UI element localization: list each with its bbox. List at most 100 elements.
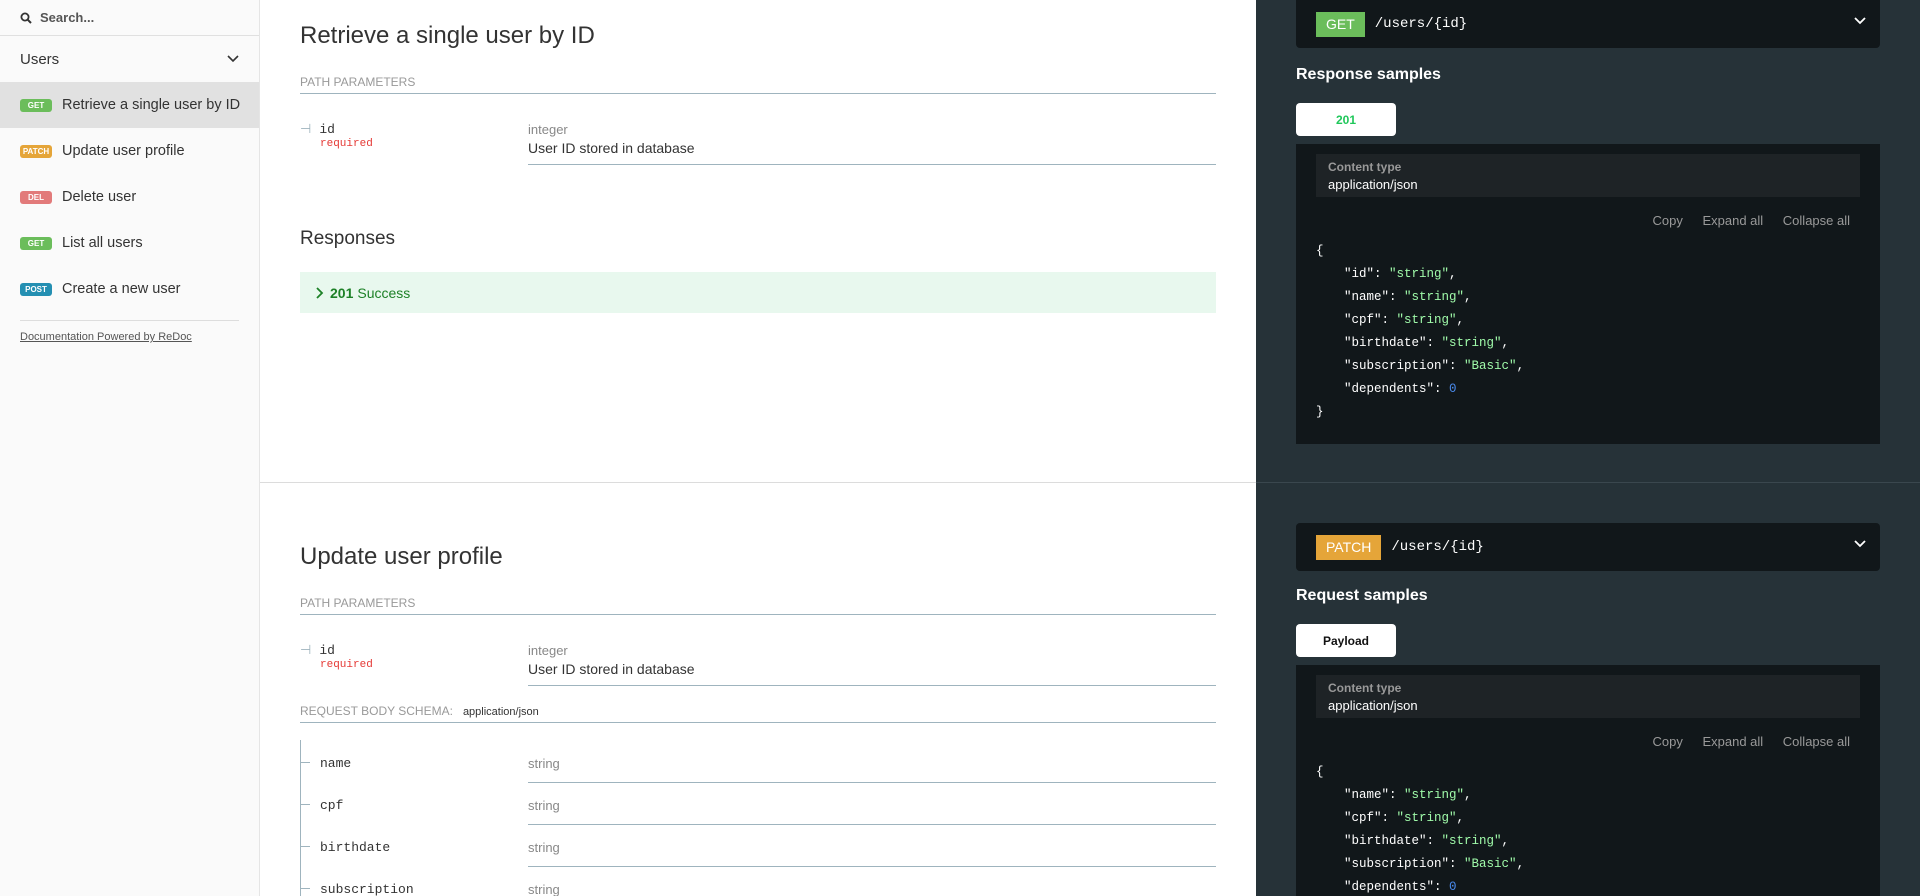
- search-input[interactable]: [40, 10, 240, 25]
- json-line: "birthdate": "string",: [1344, 834, 1510, 848]
- method-badge: GET: [20, 98, 52, 112]
- path-parameters-heading: PATH PARAMETERS: [300, 596, 1216, 615]
- field-name: name: [320, 756, 352, 771]
- chevron-down-icon: [1854, 540, 1866, 548]
- json-sample: { "name": "string", "cpf": "string", "bi…: [1316, 761, 1524, 896]
- field-type: string: [528, 756, 560, 771]
- search-bar: [0, 0, 259, 36]
- endpoint-toggle[interactable]: PATCH /users/{id}: [1296, 523, 1880, 571]
- param-description: User ID stored in database: [528, 140, 695, 156]
- sample-box: Content type application/json Copy Expan…: [1296, 144, 1880, 444]
- sample-box: Content type application/json Copy Expan…: [1296, 665, 1880, 896]
- responses-heading: Responses: [300, 228, 396, 249]
- copy-button[interactable]: Copy: [1652, 734, 1682, 749]
- content-type-label: Content type: [1328, 681, 1402, 695]
- param-required: required: [320, 659, 373, 671]
- collapse-all-button[interactable]: Collapse all: [1783, 734, 1850, 749]
- endpoint-toggle[interactable]: GET /users/{id}: [1296, 0, 1880, 48]
- tab-payload[interactable]: Payload: [1296, 624, 1396, 657]
- method-badge: DEL: [20, 190, 52, 204]
- sidebar-group-users[interactable]: Users: [0, 36, 259, 82]
- main-content: Retrieve a single user by ID PATH PARAME…: [260, 0, 1256, 896]
- sidebar-item-label: Retrieve a single user by ID: [62, 97, 241, 113]
- endpoint-path: /users/{id}: [1391, 539, 1484, 555]
- json-line: "name": "string",: [1344, 788, 1472, 802]
- field-type: string: [528, 840, 560, 855]
- endpoint-path: /users/{id}: [1374, 16, 1468, 32]
- json-line: "cpf": "string",: [1344, 313, 1465, 327]
- copy-button[interactable]: Copy: [1652, 213, 1682, 228]
- section-divider: [1256, 482, 1920, 483]
- json-brace: }: [1316, 405, 1324, 419]
- divider: [528, 164, 1216, 165]
- request-body-schema-heading: REQUEST BODY SCHEMA: application/json: [300, 704, 1216, 723]
- json-brace: {: [1316, 244, 1324, 258]
- powered-by-link[interactable]: Documentation Powered by ReDoc: [0, 321, 259, 353]
- json-brace: {: [1316, 765, 1324, 779]
- field-type: string: [528, 882, 560, 896]
- param-required: required: [320, 138, 373, 150]
- method-badge: PATCH: [20, 144, 52, 158]
- field-name: birthdate: [320, 840, 391, 855]
- json-line: "birthdate": "string",: [1344, 336, 1510, 350]
- code-actions: Copy Expand all Collapse all: [1636, 734, 1850, 749]
- sidebar-group-label: Users: [20, 50, 60, 68]
- sidebar-item-label: Delete user: [62, 189, 137, 205]
- samples-heading: Request samples: [1296, 587, 1428, 604]
- method-label: PATCH: [1316, 534, 1382, 560]
- search-icon: [20, 12, 32, 24]
- body-content-type: application/json: [462, 706, 539, 718]
- operation-title: Update user profile: [300, 543, 503, 570]
- response-text: Success: [357, 284, 411, 301]
- body-field-row: subscription string: [300, 866, 1216, 896]
- json-line: "dependents": 0: [1344, 880, 1457, 894]
- sidebar-item-label: Update user profile: [62, 143, 185, 159]
- json-line: "name": "string",: [1344, 290, 1472, 304]
- json-line: "subscription": "Basic",: [1344, 857, 1525, 871]
- param-type: integer: [528, 643, 568, 658]
- json-line: "cpf": "string",: [1344, 811, 1465, 825]
- param-name: ⊣ id: [300, 643, 335, 658]
- field-type: string: [528, 798, 560, 813]
- json-sample: { "id": "string", "name": "string", "cpf…: [1316, 240, 1524, 424]
- chevron-down-icon: [227, 55, 239, 63]
- code-actions: Copy Expand all Collapse all: [1636, 213, 1850, 228]
- body-field-row: cpf string: [300, 782, 1216, 836]
- json-line: "subscription": "Basic",: [1344, 359, 1525, 373]
- sidebar-item-label: List all users: [62, 235, 143, 251]
- field-name: subscription: [320, 882, 414, 896]
- collapse-all-button[interactable]: Collapse all: [1783, 213, 1850, 228]
- param-name: ⊣ id: [300, 122, 335, 137]
- sidebar-item-list-users[interactable]: GET List all users: [0, 220, 259, 266]
- chevron-down-icon: [1854, 17, 1866, 25]
- content-type-value: application/json: [1328, 698, 1418, 713]
- samples-heading: Response samples: [1296, 66, 1441, 83]
- content-type-selector[interactable]: Content type application/json: [1316, 675, 1860, 718]
- sidebar-item-delete-user[interactable]: DEL Delete user: [0, 174, 259, 220]
- response-code: 201: [330, 284, 354, 301]
- operation-title: Retrieve a single user by ID: [300, 22, 595, 49]
- sidebar-item-update-user[interactable]: PATCH Update user profile: [0, 128, 259, 174]
- samples-panel: GET /users/{id} Response samples 201 Con…: [1256, 0, 1920, 896]
- sidebar: Users GET Retrieve a single user by ID P…: [0, 0, 260, 896]
- sidebar-item-retrieve-user[interactable]: GET Retrieve a single user by ID: [0, 82, 259, 128]
- method-label: GET: [1316, 11, 1365, 37]
- divider: [528, 685, 1216, 686]
- method-badge: POST: [20, 282, 52, 296]
- tab-201[interactable]: 201: [1296, 103, 1396, 136]
- expand-all-button[interactable]: Expand all: [1702, 734, 1763, 749]
- field-name: cpf: [320, 798, 344, 813]
- content-type-value: application/json: [1328, 177, 1418, 192]
- content-type-selector[interactable]: Content type application/json: [1316, 154, 1860, 197]
- json-line: "id": "string",: [1344, 267, 1457, 281]
- json-line: "dependents": 0: [1344, 382, 1457, 396]
- expand-all-button[interactable]: Expand all: [1702, 213, 1763, 228]
- chevron-right-icon: [316, 286, 324, 299]
- param-description: User ID stored in database: [528, 661, 695, 677]
- param-row: ⊣ id required integer User ID stored in d…: [300, 118, 1216, 165]
- content-type-label: Content type: [1328, 160, 1402, 174]
- body-field-row: name string: [300, 740, 1216, 794]
- section-divider: [260, 482, 1256, 483]
- response-201-toggle[interactable]: 201 Success: [300, 272, 1216, 313]
- sidebar-item-create-user[interactable]: POST Create a new user: [0, 266, 259, 312]
